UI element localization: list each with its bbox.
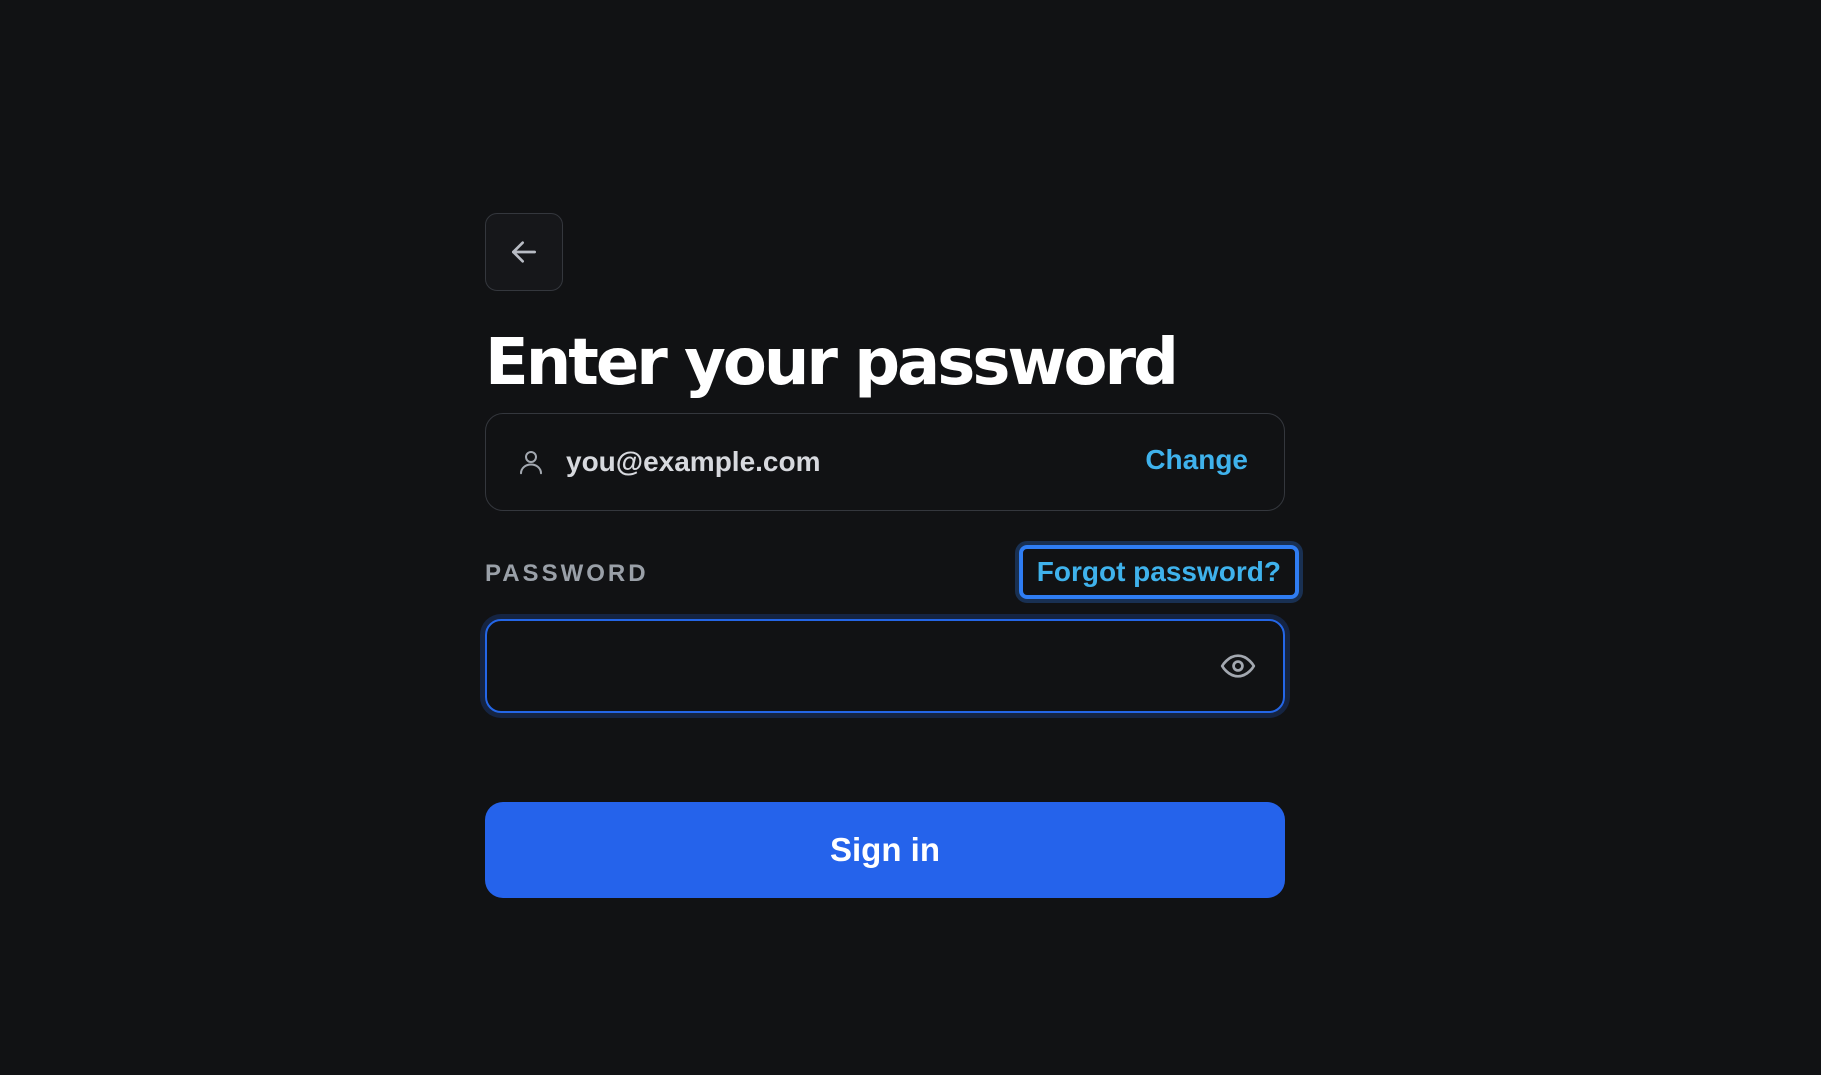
change-email-link[interactable]: Change — [1145, 444, 1248, 476]
page-title: Enter your password — [485, 326, 1179, 400]
user-icon — [516, 447, 546, 477]
eye-icon[interactable] — [1219, 647, 1257, 685]
login-page: Enter your password you@example.com Chan… — [0, 0, 1821, 1075]
sign-in-button[interactable]: Sign in — [485, 802, 1285, 898]
forgot-password-link[interactable]: Forgot password? — [1018, 545, 1299, 599]
password-field — [485, 619, 1285, 713]
password-panel: Enter your password you@example.com Chan… — [485, 213, 1299, 898]
password-input[interactable] — [509, 649, 1219, 683]
password-label-row: PASSWORD Forgot password? — [485, 545, 1299, 603]
back-button[interactable] — [485, 213, 563, 291]
password-label: PASSWORD — [485, 560, 649, 587]
identity-email: you@example.com — [566, 446, 821, 477]
identity-card: you@example.com Change — [485, 413, 1285, 511]
arrow-left-icon — [512, 241, 536, 263]
